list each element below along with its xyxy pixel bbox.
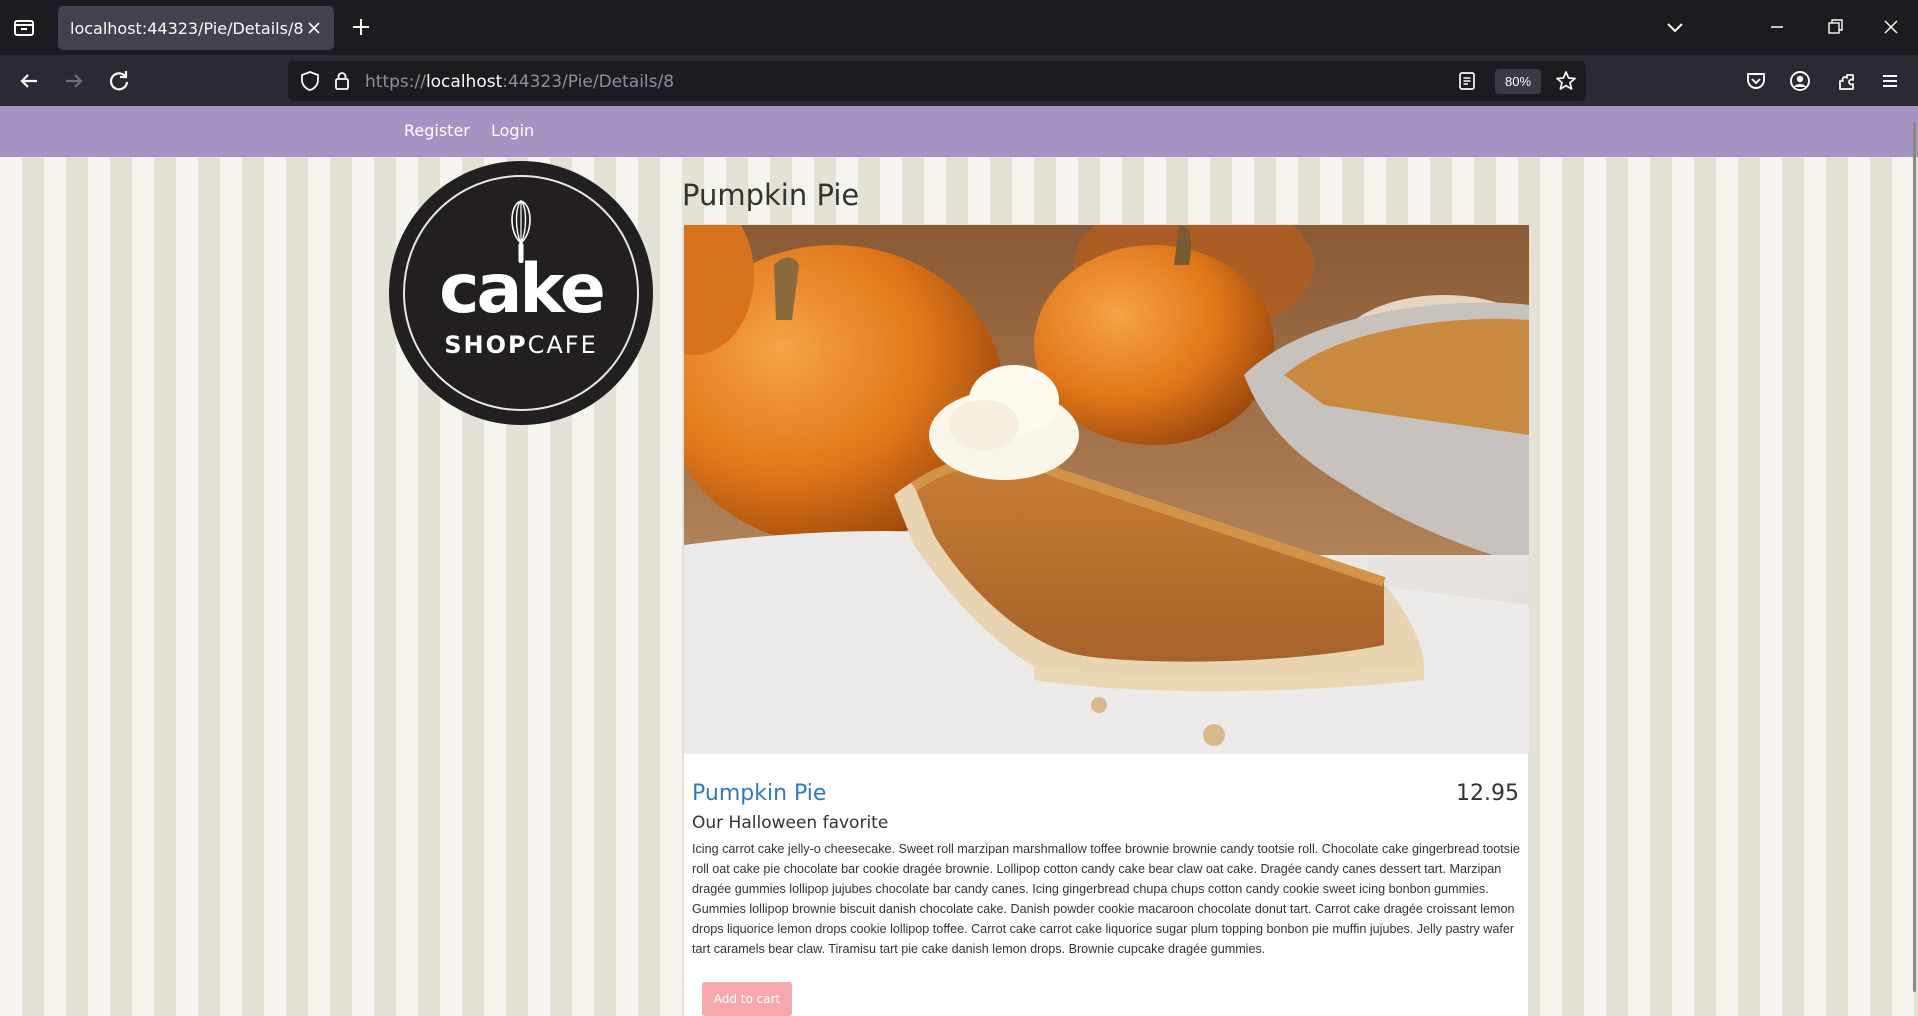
register-link[interactable]: Register: [404, 121, 470, 140]
url-path: :44323/Pie/Details/8: [502, 72, 675, 92]
back-arrow-icon[interactable]: [15, 67, 43, 95]
close-icon[interactable]: [304, 18, 324, 38]
url-host: localhost: [425, 72, 503, 92]
product-card: Pumpkin Pie 12.95 Our Halloween favorite…: [683, 224, 1529, 1016]
page-viewport: Register Login cake SHOPCAFE Pumpkin Pie: [0, 106, 1918, 1016]
forward-arrow-icon[interactable]: [60, 67, 88, 95]
restore-icon[interactable]: [1822, 14, 1848, 40]
tab-list-icon[interactable]: [10, 14, 38, 42]
minimize-icon[interactable]: [1764, 14, 1790, 40]
zoom-level[interactable]: 80%: [1495, 69, 1541, 94]
url-bar[interactable]: https://localhost:44323/Pie/Details/8 80…: [288, 61, 1586, 101]
logo-word: cake: [439, 250, 606, 329]
page-title: Pumpkin Pie: [682, 178, 860, 212]
add-to-cart-button[interactable]: Add to cart: [702, 982, 792, 1016]
cake-shop-cafe-logo[interactable]: cake SHOPCAFE: [389, 161, 653, 425]
pocket-icon[interactable]: [1742, 67, 1770, 95]
tab-title: localhost:44323/Pie/Details/8: [70, 19, 304, 38]
browser-tab-bar: localhost:44323/Pie/Details/8: [0, 0, 1918, 55]
product-name-link[interactable]: Pumpkin Pie: [692, 781, 826, 806]
logo-sub-bold: SHOP: [444, 331, 528, 359]
lock-icon[interactable]: [330, 69, 354, 93]
browser-nav-bar: https://localhost:44323/Pie/Details/8 80…: [0, 55, 1918, 106]
product-image: [684, 225, 1529, 754]
site-nav-bar: Register Login: [0, 106, 1918, 157]
chevron-down-icon[interactable]: [1662, 14, 1688, 40]
url-text[interactable]: https://localhost:44323/Pie/Details/8: [365, 72, 674, 92]
reload-icon[interactable]: [105, 67, 133, 95]
plus-icon[interactable]: [348, 14, 374, 40]
shield-icon[interactable]: [298, 69, 322, 93]
extensions-icon[interactable]: [1832, 67, 1860, 95]
page-scrollbar[interactable]: [1913, 122, 1916, 992]
login-link[interactable]: Login: [491, 121, 534, 140]
star-icon[interactable]: [1554, 69, 1578, 93]
reader-view-icon[interactable]: [1455, 69, 1479, 93]
url-scheme: https://: [365, 72, 426, 92]
product-short-description: Our Halloween favorite: [692, 813, 889, 833]
account-icon[interactable]: [1786, 67, 1814, 95]
product-price: 12.95: [1456, 781, 1519, 806]
close-window-icon[interactable]: [1878, 14, 1904, 40]
browser-tab[interactable]: localhost:44323/Pie/Details/8: [58, 6, 334, 50]
product-long-description: Icing carrot cake jelly-o cheesecake. Sw…: [692, 842, 1520, 956]
menu-icon[interactable]: [1876, 67, 1904, 95]
logo-sub-light: CAFE: [527, 331, 598, 359]
logo-subtitle: SHOPCAFE: [389, 331, 653, 359]
